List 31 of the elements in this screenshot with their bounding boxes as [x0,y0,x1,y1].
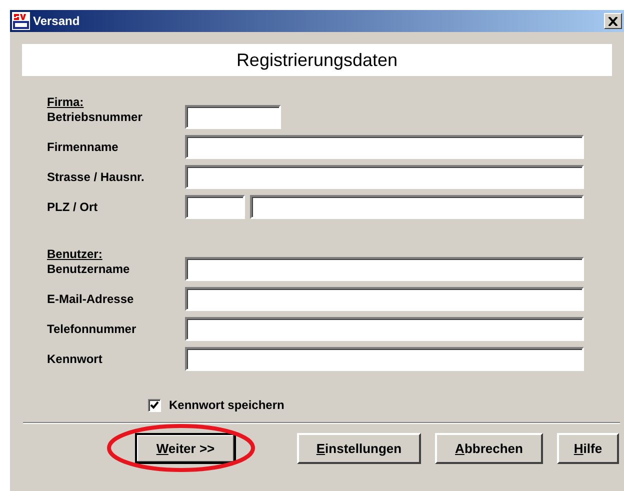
input-field[interactable] [185,135,584,159]
checkbox-label: Kennwort speichern [169,398,284,412]
field-label: PLZ / Ort [47,200,99,214]
input-field[interactable] [185,347,584,371]
check-icon [150,401,159,409]
close-button[interactable] [604,13,622,29]
field-label: Kennwort [47,352,104,366]
dialog-button[interactable]: Einstellungen [297,433,421,464]
input-field[interactable] [250,195,584,219]
header-title: Registrierungsdaten [236,50,398,70]
field-label: Benutzername [47,262,131,276]
field-label: Betriebsnummer [47,110,144,124]
field-label: Firmenname [47,140,120,154]
input-field[interactable] [185,105,281,129]
dialog-button[interactable]: Abbrechen [435,433,543,464]
field-label: Strasse / Hausnr. [47,170,146,184]
close-icon [608,16,618,26]
input-field[interactable] [185,257,584,281]
field-label: Telefonnummer [47,322,138,336]
dialog-button[interactable]: Weiter >> [135,433,236,464]
field-label: E-Mail-Adresse [47,292,135,306]
input-field[interactable] [185,195,245,219]
input-field[interactable] [185,165,584,189]
window-title: Versand [33,14,81,28]
checkbox[interactable] [148,398,161,412]
input-field[interactable] [185,287,584,311]
dialog-button[interactable]: Hilfe [557,433,619,464]
section-heading: Firma: [47,96,84,109]
section-heading: Benutzer: [47,248,102,261]
app-icon [12,12,30,30]
input-field[interactable] [185,317,584,341]
